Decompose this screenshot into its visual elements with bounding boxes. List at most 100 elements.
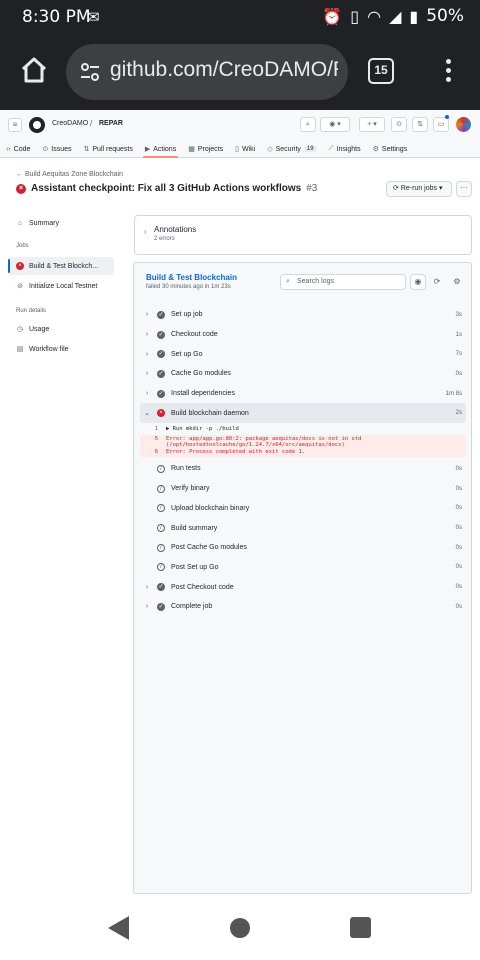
step-row[interactable]: / Post Cache Go modules 0s: [140, 538, 466, 558]
step-row[interactable]: › ✓ Set up job 3s: [140, 305, 466, 325]
step-duration: 0s: [455, 603, 462, 610]
sidebar-item-usage[interactable]: ◷ Usage: [8, 320, 114, 338]
home-icon[interactable]: [18, 54, 50, 86]
github-header: ≡ CreoDAMO / REPAR ⌕ ◉ ▾ + ▾ ⊙ ⇅ ▭ ‹› Cod…: [0, 110, 480, 158]
log-line-text: Error: Process completed with exit code …: [166, 448, 306, 455]
global-nav: ≡ CreoDAMO / REPAR ⌕ ◉ ▾ + ▾ ⊙ ⇅ ▭: [0, 110, 480, 138]
hamburger-menu-icon[interactable]: ≡: [8, 118, 22, 132]
shield-icon: ◇: [267, 146, 273, 153]
step-name: Complete job: [171, 603, 213, 611]
chevron-right-icon[interactable]: ›: [140, 584, 154, 591]
chevron-right-icon[interactable]: ›: [140, 370, 154, 377]
copilot-icon[interactable]: ◉ ▾: [320, 117, 350, 132]
step-row[interactable]: › ✓ Cache Go modules 0s: [140, 364, 466, 384]
github-logo-icon[interactable]: [29, 117, 45, 133]
signal-icon: ◢: [389, 6, 402, 26]
chevron-right-icon[interactable]: ›: [140, 331, 154, 338]
sidebar-item-job-testnet[interactable]: ⊘ Initialize Local Testnet: [8, 277, 114, 295]
refresh-icon[interactable]: ⟳: [429, 274, 445, 290]
security-count: 19: [303, 146, 317, 152]
sidebar-item-workflow-file[interactable]: ▤ Workflow file: [8, 340, 114, 358]
step-row[interactable]: › ✓ Set up Go 7s: [140, 344, 466, 364]
step-row[interactable]: / Verify binary 0s: [140, 479, 466, 499]
recents-icon[interactable]: [350, 917, 371, 938]
browser-menu-icon[interactable]: [438, 56, 458, 86]
step-duration: 0s: [455, 544, 462, 551]
step-row[interactable]: ⌄ × Build blockchain daemon 2s: [140, 403, 466, 424]
step-duration: 0s: [455, 564, 462, 571]
sidebar-item-job-build[interactable]: × Build & Test Blockch...: [8, 257, 114, 275]
breadcrumb-repo[interactable]: REPAR: [99, 120, 123, 127]
kebab-menu-icon[interactable]: ···: [456, 181, 472, 197]
chevron-right-icon[interactable]: ›: [140, 390, 154, 397]
step-row[interactable]: › ✓ Post Checkout code 0s: [140, 577, 466, 597]
step-name: Post Checkout code: [171, 583, 234, 591]
site-settings-icon[interactable]: [80, 62, 100, 82]
create-new-icon[interactable]: + ▾: [359, 117, 385, 132]
step-row[interactable]: / Build summary 0s: [140, 518, 466, 538]
step-row[interactable]: / Upload blockchain binary 0s: [140, 499, 466, 519]
workflow-back-link[interactable]: ← Build Aequitas Zone Blockchain: [16, 171, 123, 178]
chevron-down-icon[interactable]: ⌄: [140, 409, 154, 417]
tab-wiki[interactable]: ▯ Wiki: [229, 140, 261, 158]
chevron-right-icon[interactable]: ›: [140, 603, 154, 610]
copilot-icon[interactable]: ◉: [410, 274, 426, 290]
log-line-number[interactable]: 1: [140, 426, 166, 432]
tab-projects[interactable]: ▦ Projects: [182, 140, 229, 158]
tab-actions[interactable]: ▶ Actions: [139, 140, 182, 158]
log-line-number[interactable]: 5: [140, 436, 166, 442]
breadcrumb-separator: /: [90, 119, 93, 128]
gear-icon[interactable]: ⚙: [449, 274, 465, 290]
table-icon: ▦: [188, 146, 195, 153]
status-time: 8:30 PM: [22, 7, 91, 27]
tab-security[interactable]: ◇ Security 19: [261, 140, 322, 158]
check-circle-icon: ✓: [157, 389, 165, 398]
pull-requests-icon[interactable]: ⇅: [412, 117, 428, 132]
skipped-icon: /: [157, 563, 165, 572]
tab-switcher-button[interactable]: 15: [368, 58, 394, 84]
graph-icon: ⟋: [328, 145, 334, 152]
tab-issues[interactable]: ⊙ Issues: [36, 140, 77, 158]
home-icon: ⌂: [17, 219, 23, 227]
search-icon: ⌕: [286, 278, 290, 285]
step-name: Verify binary: [171, 485, 210, 493]
step-row[interactable]: / Run tests 0s: [140, 459, 466, 479]
step-duration: 3s: [455, 311, 462, 318]
breadcrumb-owner[interactable]: CreoDAMO: [52, 120, 88, 127]
step-row[interactable]: › ✓ Complete job 0s: [140, 597, 466, 617]
log-line-number[interactable]: 6: [140, 449, 166, 455]
check-circle-icon: ✓: [157, 350, 165, 359]
tab-settings[interactable]: ⚙ Settings: [367, 140, 414, 158]
url-text[interactable]: github.com/CreoDAMO/R: [110, 58, 338, 82]
step-row[interactable]: › ✓ Install dependencies 1m 8s: [140, 384, 466, 404]
annotations-panel[interactable]: › Annotations 2 errors: [134, 215, 472, 255]
chevron-right-icon[interactable]: ›: [140, 351, 154, 358]
sidebar-item-summary[interactable]: ⌂ Summary: [8, 214, 114, 232]
rerun-jobs-button[interactable]: ⟳ Re-run jobs ▾: [386, 181, 452, 197]
avatar[interactable]: [456, 117, 471, 132]
address-bar[interactable]: github.com/CreoDAMO/R: [66, 44, 348, 100]
step-row[interactable]: / Post Set up Go 0s: [140, 558, 466, 578]
search-icon[interactable]: ⌕: [300, 117, 316, 132]
x-circle-icon: ×: [16, 183, 26, 194]
gear-icon: ⚙: [372, 146, 379, 153]
inbox-icon[interactable]: ▭: [433, 117, 449, 132]
home-circle-icon[interactable]: [230, 918, 250, 938]
chevron-right-icon[interactable]: ›: [144, 229, 146, 236]
step-duration: 0s: [455, 525, 462, 532]
step-name: Install dependencies: [171, 390, 235, 398]
skipped-icon: ⊘: [17, 283, 23, 290]
run-number: #3: [306, 183, 318, 194]
back-icon[interactable]: [108, 916, 129, 940]
chevron-right-icon[interactable]: ›: [140, 311, 154, 318]
log-line: 6 Error: Process completed with exit code…: [140, 447, 466, 458]
repo-nav: ‹› Code ⊙ Issues ⇅ Pull requests ▶ Actions ▦…: [0, 140, 480, 158]
search-logs-input[interactable]: ⌕ Search logs: [280, 274, 406, 290]
status-bar: 8:30 PM ✉ ⏰ ▯ ◠ ◢ ▮ 50%: [0, 0, 480, 34]
tab-insights[interactable]: ⟋ Insights: [323, 140, 367, 158]
issues-icon[interactable]: ⊙: [391, 117, 407, 132]
tab-pull-requests[interactable]: ⇅ Pull requests: [78, 140, 139, 158]
job-name[interactable]: Build & Test Blockchain: [146, 273, 237, 282]
step-row[interactable]: › ✓ Checkout code 1s: [140, 325, 466, 345]
tab-code[interactable]: ‹› Code: [0, 140, 36, 158]
